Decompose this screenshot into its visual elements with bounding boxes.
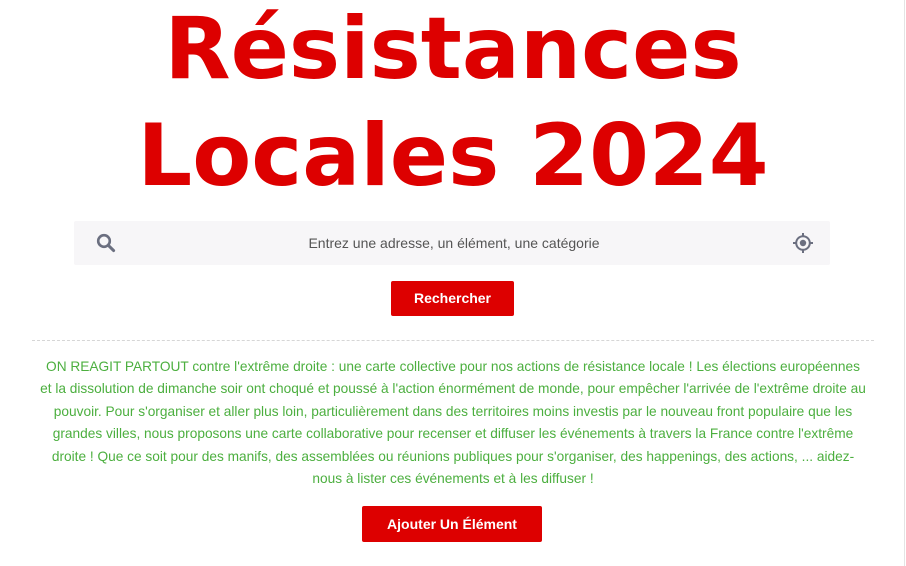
intro-description: ON REAGIT PARTOUT contre l'extrême droit… — [40, 359, 866, 487]
search-icon[interactable] — [96, 233, 116, 253]
page-title: Résistances Locales 2024 — [0, 0, 906, 210]
search-button[interactable]: Rechercher — [391, 281, 514, 316]
page-title-line-1: Résistances — [164, 0, 742, 99]
add-element-button[interactable]: Ajouter Un Élément — [362, 506, 542, 542]
search-input[interactable] — [134, 221, 774, 265]
page-title-line-2: Locales 2024 — [137, 106, 769, 206]
crosshair-locate-icon[interactable] — [792, 232, 814, 254]
section-divider — [32, 340, 874, 341]
search-bar — [74, 221, 830, 265]
